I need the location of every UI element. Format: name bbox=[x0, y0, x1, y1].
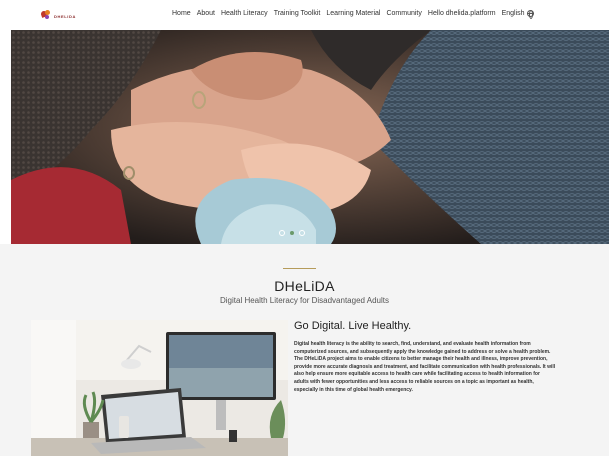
language-selector[interactable]: English bbox=[501, 10, 534, 19]
logo-text: DHELIDA bbox=[54, 14, 76, 19]
carousel-indicators bbox=[279, 230, 305, 236]
section-subtitle: Digital Health Literacy for Disadvantage… bbox=[220, 296, 389, 305]
language-label: English bbox=[501, 10, 525, 17]
carousel-dot-3[interactable] bbox=[299, 230, 305, 236]
nav-item-about[interactable]: About bbox=[197, 10, 215, 17]
hero-carousel[interactable] bbox=[11, 30, 609, 244]
nav-item-health-literacy[interactable]: Health Literacy bbox=[221, 10, 268, 17]
nav-item-user-account[interactable]: Hello dhelida.platform bbox=[428, 10, 496, 17]
nav-item-training-toolkit[interactable]: Training Toolkit bbox=[274, 10, 321, 17]
tagline: Go Digital. Live Healthy. bbox=[294, 320, 412, 332]
carousel-dot-1[interactable] bbox=[279, 230, 285, 236]
hero-image bbox=[11, 30, 609, 244]
nav-item-learning-material[interactable]: Learning Material bbox=[326, 10, 380, 17]
globe-icon bbox=[526, 10, 534, 19]
nav-item-home[interactable]: Home bbox=[172, 10, 191, 17]
site-logo[interactable]: DHELIDA bbox=[40, 9, 76, 21]
logo-mark-icon bbox=[40, 10, 51, 20]
section-description: Digital health literacy is the ability t… bbox=[294, 341, 556, 393]
main-nav: Home About Health Literacy Training Tool… bbox=[172, 10, 534, 19]
workspace-photo bbox=[31, 320, 288, 456]
accent-divider bbox=[283, 268, 316, 269]
nav-item-community[interactable]: Community bbox=[386, 10, 421, 17]
carousel-dot-2[interactable] bbox=[290, 231, 294, 235]
site-header: DHELIDA Home About Health Literacy Train… bbox=[0, 0, 609, 30]
section-title: DHeLiDA bbox=[274, 278, 335, 294]
